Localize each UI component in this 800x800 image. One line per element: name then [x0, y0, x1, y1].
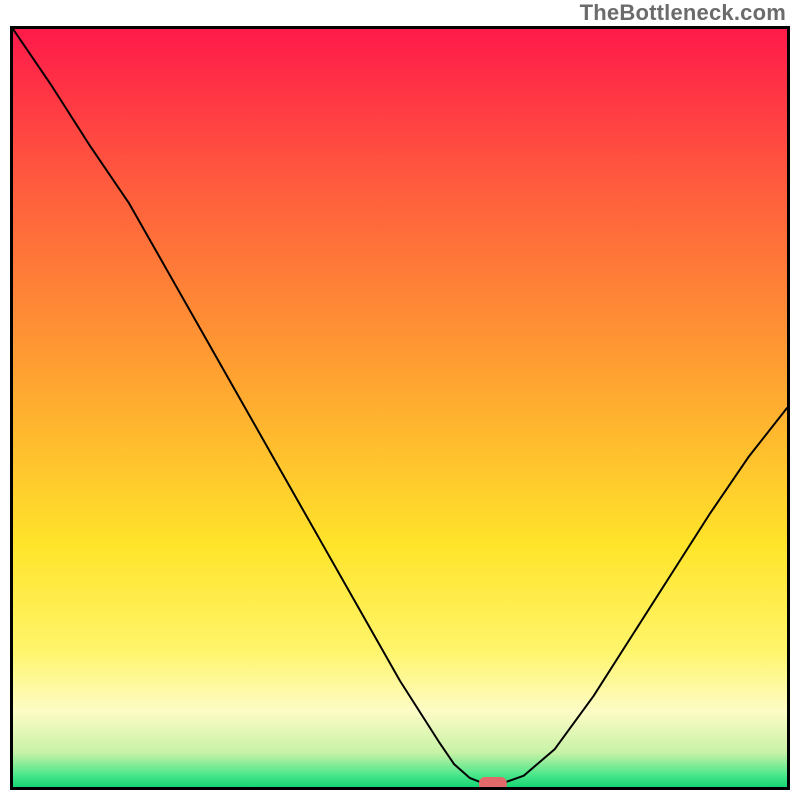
watermark-text: TheBottleneck.com: [580, 0, 786, 26]
optimum-marker: [479, 777, 507, 787]
chart-svg: [13, 29, 787, 787]
chart-plot-area: [10, 26, 790, 790]
gradient-background: [13, 29, 787, 787]
